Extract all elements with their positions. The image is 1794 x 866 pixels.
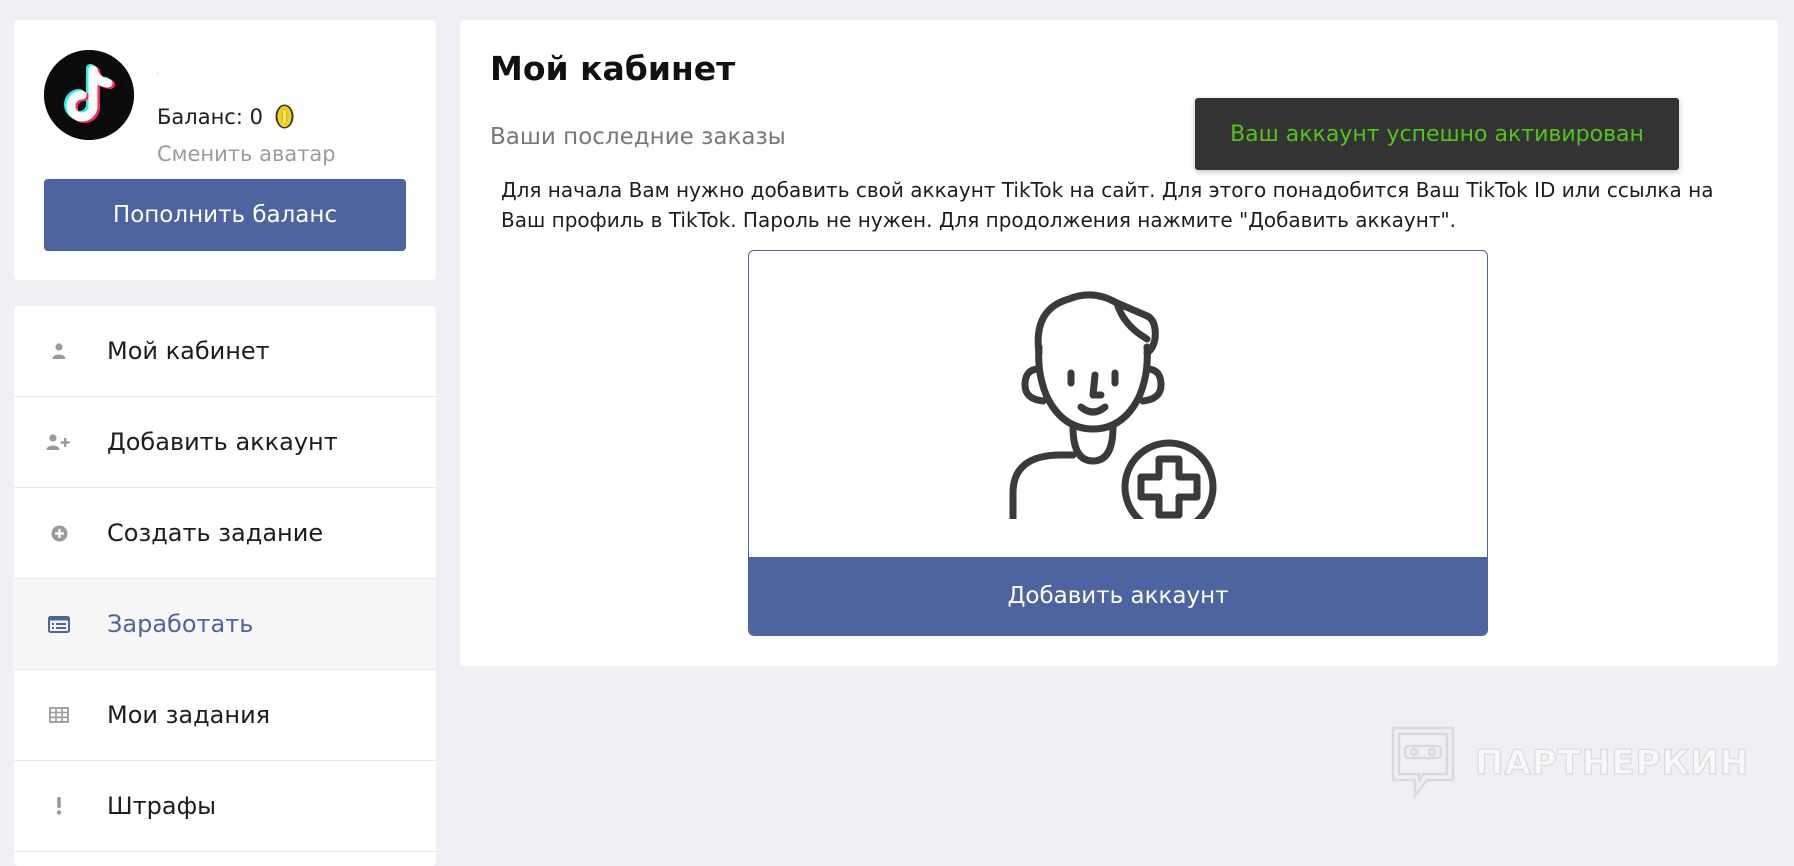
coin-icon [275, 104, 294, 129]
profile-name: ' [157, 72, 159, 79]
plus-circle-icon [46, 522, 72, 544]
success-toast: Ваш аккаунт успешно активирован [1195, 98, 1679, 170]
profile-card: ' Баланс: 0 Сменить аватар Пополнить бал… [14, 20, 436, 280]
intro-text: Для начала Вам нужно добавить свой аккау… [501, 178, 1714, 232]
sidebar-item-label: Заработать [107, 610, 254, 638]
sidebar-item-my-tasks[interactable]: Мои задания [14, 670, 436, 761]
partnerkin-logo-icon [1391, 726, 1455, 800]
topup-balance-button[interactable]: Пополнить баланс [44, 179, 406, 251]
balance: Баланс: 0 [157, 104, 294, 129]
add-account-card[interactable]: Добавить аккаунт [748, 250, 1488, 636]
sidebar-item-label: Мои задания [107, 701, 271, 729]
user-add-icon [1009, 291, 1217, 519]
add-account-button[interactable]: Добавить аккаунт [749, 557, 1487, 635]
list-alt-icon [46, 613, 72, 635]
user-icon [46, 340, 72, 362]
sidebar-item-add-account[interactable]: Добавить аккаунт [14, 397, 436, 488]
sidebar-nav: Мой кабинет Добавить аккаунт Создать зад… [14, 306, 436, 866]
sidebar-item-earn[interactable]: Заработать [14, 579, 436, 670]
partnerkin-watermark: ПАРТНЕРКИН [1387, 724, 1749, 802]
balance-label: Баланс: 0 [157, 104, 263, 129]
tiktok-logo-icon [44, 50, 134, 140]
sidebar-item-label: Добавить аккаунт [107, 428, 338, 456]
exclamation-icon [46, 795, 72, 817]
sidebar-item-label: Создать задание [107, 519, 324, 547]
sidebar-item-label: Штрафы [107, 792, 217, 820]
user-plus-icon [46, 431, 72, 453]
sidebar-item-label: Мой кабинет [107, 337, 270, 365]
page-title: Мой кабинет [490, 49, 736, 88]
sidebar-item-my-cabinet[interactable]: Мой кабинет [14, 306, 436, 397]
change-avatar-link[interactable]: Сменить аватар [157, 142, 336, 166]
table-icon [46, 704, 72, 726]
sidebar-item-create-task[interactable]: Создать задание [14, 488, 436, 579]
sidebar-item-penalties[interactable]: Штрафы [14, 761, 436, 852]
recent-orders-heading: Ваши последние заказы [490, 124, 786, 150]
watermark-text: ПАРТНЕРКИН [1474, 742, 1750, 783]
